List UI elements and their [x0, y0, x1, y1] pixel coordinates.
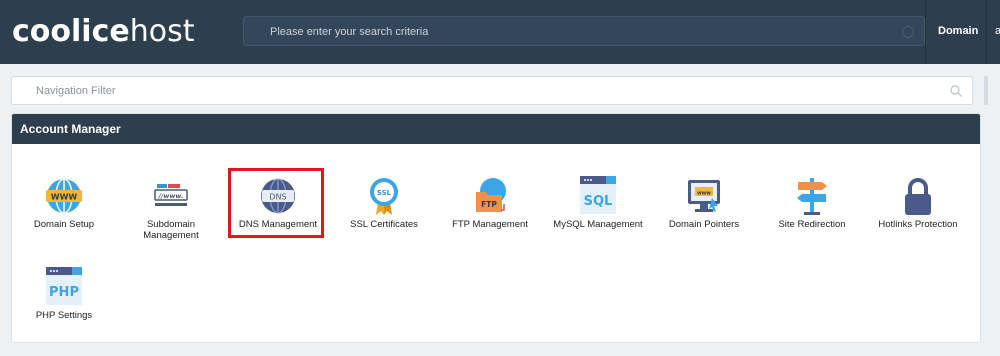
item-label: Domain Pointers — [668, 219, 740, 230]
domain-pointers-item[interactable]: www Domain Pointers — [656, 176, 752, 246]
panel-header: Account Manager — [12, 114, 980, 144]
divider — [986, 0, 987, 64]
domain-setup-item[interactable]: WWW Domain Setup — [16, 176, 112, 246]
svg-text:WWW: WWW — [51, 193, 78, 202]
item-label: Hotlinks Protection — [878, 219, 958, 230]
svg-text:www: www — [697, 191, 711, 197]
php-settings-item[interactable]: PHP PHP Settings — [16, 267, 112, 327]
svg-text://www.: //www. — [158, 192, 184, 200]
divider — [925, 0, 926, 64]
item-label: MySQL Management — [553, 219, 643, 230]
item-label: Site Redirection — [778, 219, 846, 230]
panel-title: Account Manager — [20, 122, 121, 136]
search-icon[interactable] — [950, 85, 962, 97]
selection-highlight — [228, 168, 324, 238]
item-label: PHP Settings — [35, 310, 93, 321]
signpost-icon — [797, 178, 827, 215]
mysql-management-item[interactable]: SQL MySQL Management — [550, 176, 646, 246]
search-input[interactable]: Please enter your search criteria — [243, 16, 925, 46]
item-label: FTP Management — [452, 219, 528, 230]
svg-text:PHP: PHP — [49, 285, 79, 300]
ftp-folder-icon: FTP — [476, 178, 506, 212]
top-bar: coolicehost Please enter your search cri… — [0, 0, 1000, 64]
navigation-filter-input[interactable]: Navigation Filter — [11, 76, 973, 105]
item-label: SSL Certificates — [350, 219, 418, 230]
globe-www-icon: WWW — [46, 178, 82, 214]
domain-value[interactable]: a — [995, 0, 1000, 62]
search-placeholder: Please enter your search criteria — [270, 26, 429, 38]
domain-label[interactable]: Domain — [938, 0, 978, 62]
logo-bold-text: coolice — [12, 14, 130, 49]
svg-text:FTP: FTP — [481, 200, 497, 209]
logo-light-text: host — [129, 14, 195, 49]
ftp-management-item[interactable]: FTP FTP Management — [442, 176, 538, 246]
subdomain-icon: //www. — [154, 184, 188, 206]
navigation-filter-placeholder: Navigation Filter — [36, 85, 116, 97]
item-label: Subdomain Management — [143, 219, 199, 241]
hotlinks-protection-item[interactable]: Hotlinks Protection — [870, 176, 966, 246]
php-window-icon: PHP — [46, 267, 82, 305]
svg-text:SQL: SQL — [584, 194, 613, 209]
ssl-badge-icon: SSL — [370, 178, 398, 215]
svg-text:SSL: SSL — [377, 189, 392, 197]
search-icon[interactable] — [902, 26, 914, 38]
ssl-certificates-item[interactable]: SSL SSL Certificates — [336, 176, 432, 246]
site-redirection-item[interactable]: Site Redirection — [764, 176, 860, 246]
sql-window-icon: SQL — [580, 176, 616, 214]
logo[interactable]: coolicehost — [12, 14, 194, 50]
subdomain-management-item[interactable]: //www. Subdomain Management — [123, 176, 219, 246]
padlock-icon — [905, 178, 931, 215]
scroll-handle[interactable] — [984, 76, 988, 105]
monitor-www-icon: www — [688, 180, 720, 212]
item-label: Domain Setup — [33, 219, 95, 230]
